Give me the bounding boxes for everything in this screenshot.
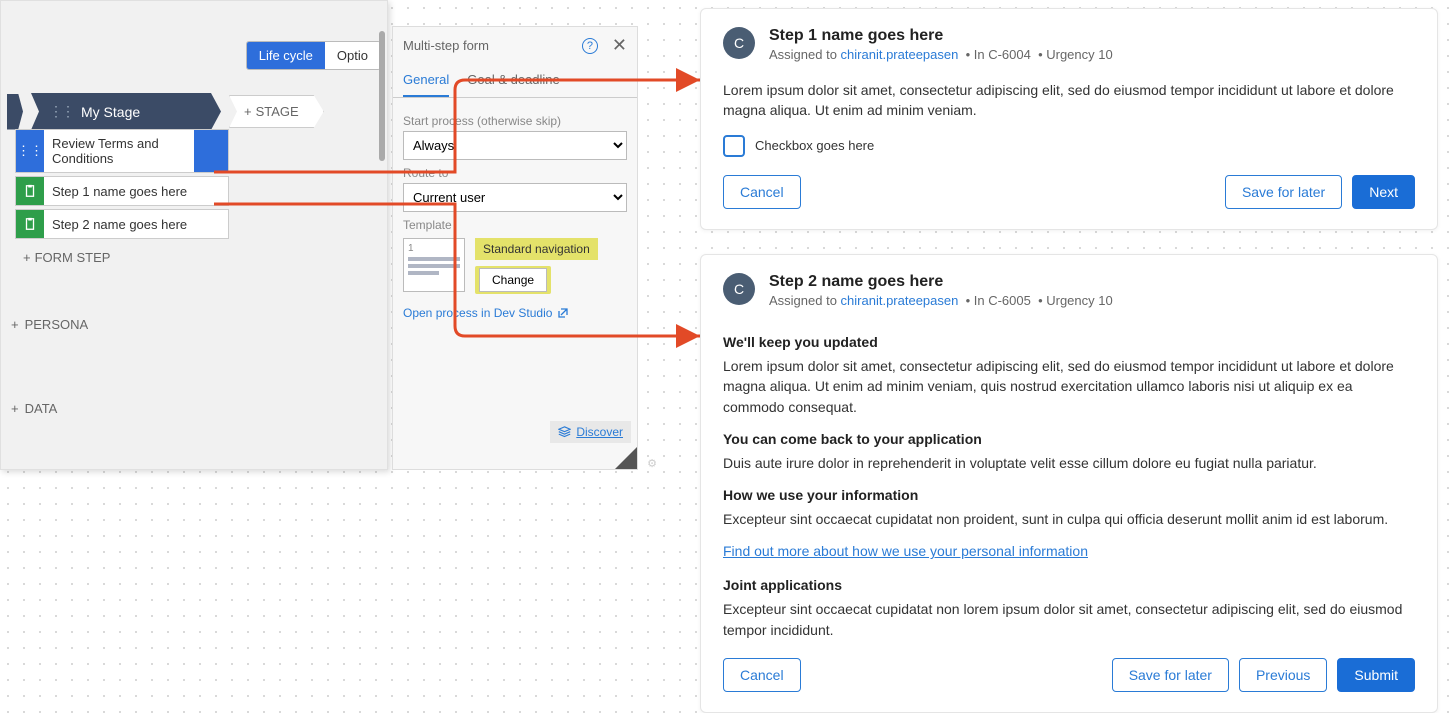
plus-icon: + [244, 104, 252, 119]
checkbox-row[interactable]: Checkbox goes here [723, 135, 1415, 157]
avatar: C [723, 27, 755, 59]
discover-label: Discover [576, 425, 623, 439]
step-2[interactable]: Step 2 name goes here [15, 209, 229, 239]
grip-icon: ⋮⋮ [49, 103, 73, 120]
persona-label: PERSONA [25, 317, 89, 332]
assigned-prefix: Assigned to [769, 293, 841, 308]
scrollbar-thumb[interactable] [379, 31, 385, 161]
template-name: Standard navigation [475, 238, 598, 260]
card-title: Step 2 name goes here [769, 273, 1113, 291]
next-button[interactable]: Next [1352, 175, 1415, 209]
step-label: Step 2 name goes here [44, 211, 228, 238]
tab-optional[interactable]: Optio [325, 42, 380, 69]
section-heading: You can come back to your application [723, 431, 1415, 447]
submit-button[interactable]: Submit [1337, 658, 1415, 692]
route-to-select[interactable]: Current user [403, 183, 627, 212]
card-meta: Assigned to chiranit.prateepasen • In C-… [769, 47, 1113, 62]
section-body: Excepteur sint occaecat cupidatat non lo… [723, 599, 1415, 640]
assignee-link[interactable]: chiranit.prateepasen [841, 293, 959, 308]
plus-icon: + [11, 401, 19, 416]
settings-corner[interactable]: ⚙ [615, 447, 637, 469]
step-1[interactable]: Step 1 name goes here [15, 176, 229, 206]
save-for-later-button[interactable]: Save for later [1225, 175, 1342, 209]
case-ref: In C-6004 [974, 47, 1031, 62]
open-dev-label: Open process in Dev Studio [403, 306, 552, 320]
urgency: Urgency 10 [1046, 47, 1112, 62]
add-form-step-label: FORM STEP [35, 250, 111, 265]
add-stage-label: STAGE [256, 104, 299, 119]
form-icon: ⋮⋮ [16, 137, 44, 165]
route-to-label: Route to [403, 166, 627, 180]
card-title: Step 1 name goes here [769, 27, 1113, 45]
section-body: Excepteur sint occaecat cupidatat non pr… [723, 509, 1415, 529]
case-designer-panel: Life cycle Optio ⋮⋮ My Stage + STAGE ⋮⋮ … [0, 0, 388, 470]
section-heading: We'll keep you updated [723, 334, 1415, 350]
open-in-dev-studio-link[interactable]: Open process in Dev Studio [403, 306, 569, 320]
help-icon[interactable]: ? [582, 38, 598, 54]
checkbox[interactable] [723, 135, 745, 157]
step-label: Step 1 name goes here [44, 178, 228, 205]
assignee-link[interactable]: chiranit.prateepasen [841, 47, 959, 62]
section-heading: Joint applications [723, 577, 1415, 593]
config-panel: Multi-step form ? ✕ General Goal & deadl… [392, 26, 638, 470]
cancel-button[interactable]: Cancel [723, 658, 801, 692]
step-action-icons[interactable] [194, 144, 228, 158]
data-label: DATA [25, 401, 58, 416]
section-body: Duis aute irure dolor in reprehenderit i… [723, 453, 1415, 473]
template-page-number: 1 [408, 243, 460, 254]
config-tabs: General Goal & deadline [393, 64, 637, 98]
checkbox-label: Checkbox goes here [755, 138, 874, 153]
template-label: Template [403, 218, 627, 232]
add-stage-button[interactable]: + STAGE [229, 95, 324, 128]
plus-icon: + [23, 250, 31, 265]
start-process-label: Start process (otherwise skip) [403, 114, 627, 128]
step-review-terms[interactable]: ⋮⋮ Review Terms and Conditions [15, 129, 229, 173]
step-label: Review Terms and Conditions [44, 130, 194, 172]
step2-preview-card: C Step 2 name goes here Assigned to chir… [700, 254, 1438, 713]
change-template-button[interactable]: Change [479, 268, 547, 292]
start-process-select[interactable]: Always [403, 131, 627, 160]
card-meta: Assigned to chiranit.prateepasen • In C-… [769, 293, 1113, 308]
clipboard-icon [16, 210, 44, 238]
previous-button[interactable]: Previous [1239, 658, 1327, 692]
add-data-button[interactable]: + DATA [11, 401, 57, 416]
card-body: Lorem ipsum dolor sit amet, consectetur … [723, 80, 1415, 121]
close-icon[interactable]: ✕ [612, 35, 627, 56]
stage-label: My Stage [81, 104, 140, 120]
case-ref: In C-6005 [974, 293, 1031, 308]
section-body: Lorem ipsum dolor sit amet, consectetur … [723, 356, 1415, 417]
clipboard-icon [16, 177, 44, 205]
section-heading: How we use your information [723, 487, 1415, 503]
urgency: Urgency 10 [1046, 293, 1112, 308]
stage-start-icon [7, 94, 23, 130]
stage-my-stage[interactable]: ⋮⋮ My Stage [31, 93, 221, 130]
gear-icon: ⚙ [647, 457, 657, 470]
step1-preview-card: C Step 1 name goes here Assigned to chir… [700, 8, 1438, 230]
config-title: Multi-step form [403, 38, 489, 53]
tab-lifecycle[interactable]: Life cycle [247, 42, 325, 69]
info-link[interactable]: Find out more about how we use your pers… [723, 543, 1088, 559]
view-tabs: Life cycle Optio [246, 41, 381, 70]
plus-icon: + [11, 317, 19, 332]
assigned-prefix: Assigned to [769, 47, 841, 62]
step-list: ⋮⋮ Review Terms and Conditions Step 1 na… [15, 129, 229, 273]
cancel-button[interactable]: Cancel [723, 175, 801, 209]
config-tab-goal[interactable]: Goal & deadline [467, 64, 560, 97]
template-thumbnail[interactable]: 1 [403, 238, 465, 292]
layers-icon [558, 426, 571, 439]
save-for-later-button[interactable]: Save for later [1112, 658, 1229, 692]
config-tab-general[interactable]: General [403, 64, 449, 97]
add-form-step-button[interactable]: + FORM STEP [15, 242, 229, 273]
discover-link[interactable]: Discover [550, 421, 631, 443]
external-link-icon [557, 307, 569, 319]
add-persona-button[interactable]: + PERSONA [11, 317, 88, 332]
avatar: C [723, 273, 755, 305]
